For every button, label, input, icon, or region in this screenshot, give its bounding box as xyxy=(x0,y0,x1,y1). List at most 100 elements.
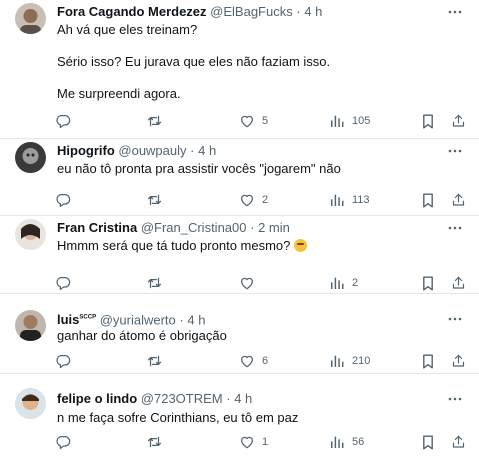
retweet-button[interactable] xyxy=(146,273,170,293)
user-handle[interactable]: @yurialwerto xyxy=(100,312,176,327)
like-button[interactable]: 6 xyxy=(239,351,268,371)
tweet-header: felipe o lindo @723OTREM · 4 h xyxy=(57,390,252,407)
like-button[interactable]: 5 xyxy=(239,111,268,131)
views-button[interactable]: 113 xyxy=(329,190,370,210)
bookmark-icon xyxy=(421,434,435,451)
bookmark-icon xyxy=(421,275,435,292)
retweet-button[interactable] xyxy=(146,190,170,210)
more-options-icon[interactable] xyxy=(447,223,463,233)
like-button[interactable]: 2 xyxy=(239,190,268,210)
avatar[interactable] xyxy=(15,310,46,341)
display-name[interactable]: Fran Cristina xyxy=(57,220,137,235)
share-button[interactable] xyxy=(451,351,466,371)
retweet-icon xyxy=(146,192,163,208)
share-button[interactable] xyxy=(451,273,466,293)
retweet-button[interactable] xyxy=(146,432,170,452)
avatar[interactable] xyxy=(15,3,46,34)
share-icon xyxy=(451,192,466,208)
display-name[interactable]: luisSCCP xyxy=(57,312,96,327)
tweet-reply[interactable]: Hipogrifo @ouwpauly · 4 h eu não tô pron… xyxy=(0,139,479,216)
likes-count: 5 xyxy=(262,115,269,127)
name-superscript: SCCP xyxy=(79,315,97,321)
like-button[interactable]: 1 xyxy=(239,432,268,452)
bookmark-icon xyxy=(421,192,435,209)
bookmark-button[interactable] xyxy=(421,351,435,371)
retweet-icon xyxy=(146,353,163,369)
views-count: 56 xyxy=(352,436,365,448)
separator-dot: · xyxy=(190,143,195,158)
tweet-actions: 1 56 xyxy=(50,432,470,452)
user-handle[interactable]: @Fran_Cristina00 xyxy=(141,220,247,235)
user-handle[interactable]: @723OTREM xyxy=(141,391,223,406)
display-name[interactable]: Fora Cagando Merdezez xyxy=(57,4,207,19)
display-name[interactable]: Hipogrifo xyxy=(57,143,115,158)
reply-button[interactable] xyxy=(55,190,78,210)
tweet-reply[interactable]: luisSCCP @yurialwerto · 4 h ganhar do át… xyxy=(0,294,479,374)
bookmark-button[interactable] xyxy=(421,273,435,293)
reply-button[interactable] xyxy=(55,273,78,293)
views-icon xyxy=(329,434,345,450)
bookmark-button[interactable] xyxy=(421,111,435,131)
share-icon xyxy=(451,275,466,291)
share-icon xyxy=(451,353,466,369)
tweet-reply[interactable]: Fran Cristina @Fran_Cristina00 · 2 min H… xyxy=(0,216,479,294)
retweet-button[interactable] xyxy=(146,111,170,131)
views-icon xyxy=(329,353,345,369)
reply-icon xyxy=(55,192,71,208)
views-count: 2 xyxy=(352,277,359,289)
display-name[interactable]: felipe o lindo xyxy=(57,391,137,406)
tweet-text: Hmmm será que tá tudo pronto mesmo? xyxy=(57,238,308,254)
share-button[interactable] xyxy=(451,111,466,131)
more-options-icon[interactable] xyxy=(447,394,463,404)
likes-count: 6 xyxy=(262,355,269,367)
tweet-header: luisSCCP @yurialwerto · 4 h xyxy=(57,310,205,328)
reply-button[interactable] xyxy=(55,111,78,131)
separator-dot: · xyxy=(296,4,301,19)
avatar[interactable] xyxy=(15,388,46,419)
bookmark-icon xyxy=(421,353,435,370)
user-handle[interactable]: @ElBagFucks xyxy=(210,4,293,19)
reply-button[interactable] xyxy=(55,432,78,452)
views-button[interactable]: 56 xyxy=(329,432,364,452)
retweet-icon xyxy=(146,275,163,291)
views-count: 113 xyxy=(352,194,370,206)
tweet-header: Fran Cristina @Fran_Cristina00 · 2 min xyxy=(57,219,290,236)
likes-count: 2 xyxy=(262,194,269,206)
tweet-reply[interactable]: felipe o lindo @723OTREM · 4 h n me faça… xyxy=(0,374,479,458)
like-button[interactable] xyxy=(239,273,262,293)
views-count: 105 xyxy=(352,115,371,127)
heart-icon xyxy=(239,434,255,450)
retweet-icon xyxy=(146,434,163,450)
views-button[interactable]: 2 xyxy=(329,273,358,293)
avatar[interactable] xyxy=(15,142,46,173)
retweet-button[interactable] xyxy=(146,351,170,371)
heart-icon xyxy=(239,353,255,369)
more-options-icon[interactable] xyxy=(447,314,463,324)
heart-icon xyxy=(239,192,255,208)
avatar[interactable] xyxy=(15,219,46,250)
reply-button[interactable] xyxy=(55,351,78,371)
share-button[interactable] xyxy=(451,190,466,210)
timestamp[interactable]: 2 min xyxy=(258,220,290,235)
timestamp[interactable]: 4 h xyxy=(187,312,205,327)
timestamp[interactable]: 4 h xyxy=(234,391,252,406)
display-name-text: luis xyxy=(57,312,80,328)
tweet-text: n me faça sofre Corinthians, eu tô em pa… xyxy=(57,410,299,425)
share-icon xyxy=(451,434,466,450)
timestamp[interactable]: 4 h xyxy=(304,4,322,19)
reply-icon xyxy=(55,113,71,129)
views-button[interactable]: 210 xyxy=(329,351,370,371)
share-button[interactable] xyxy=(451,432,466,452)
tweet-reply[interactable]: Fora Cagando Merdezez @ElBagFucks · 4 h … xyxy=(0,0,479,139)
more-options-icon[interactable] xyxy=(447,7,463,17)
more-options-icon[interactable] xyxy=(447,146,463,156)
bookmark-button[interactable] xyxy=(421,190,435,210)
timestamp[interactable]: 4 h xyxy=(198,143,216,158)
user-handle[interactable]: @ouwpauly xyxy=(118,143,186,158)
heart-icon xyxy=(239,113,255,129)
views-button[interactable]: 105 xyxy=(329,111,370,131)
reply-icon xyxy=(55,353,71,369)
bookmark-button[interactable] xyxy=(421,432,435,452)
thinking-face-icon xyxy=(294,239,308,252)
separator-dot: · xyxy=(250,220,255,235)
